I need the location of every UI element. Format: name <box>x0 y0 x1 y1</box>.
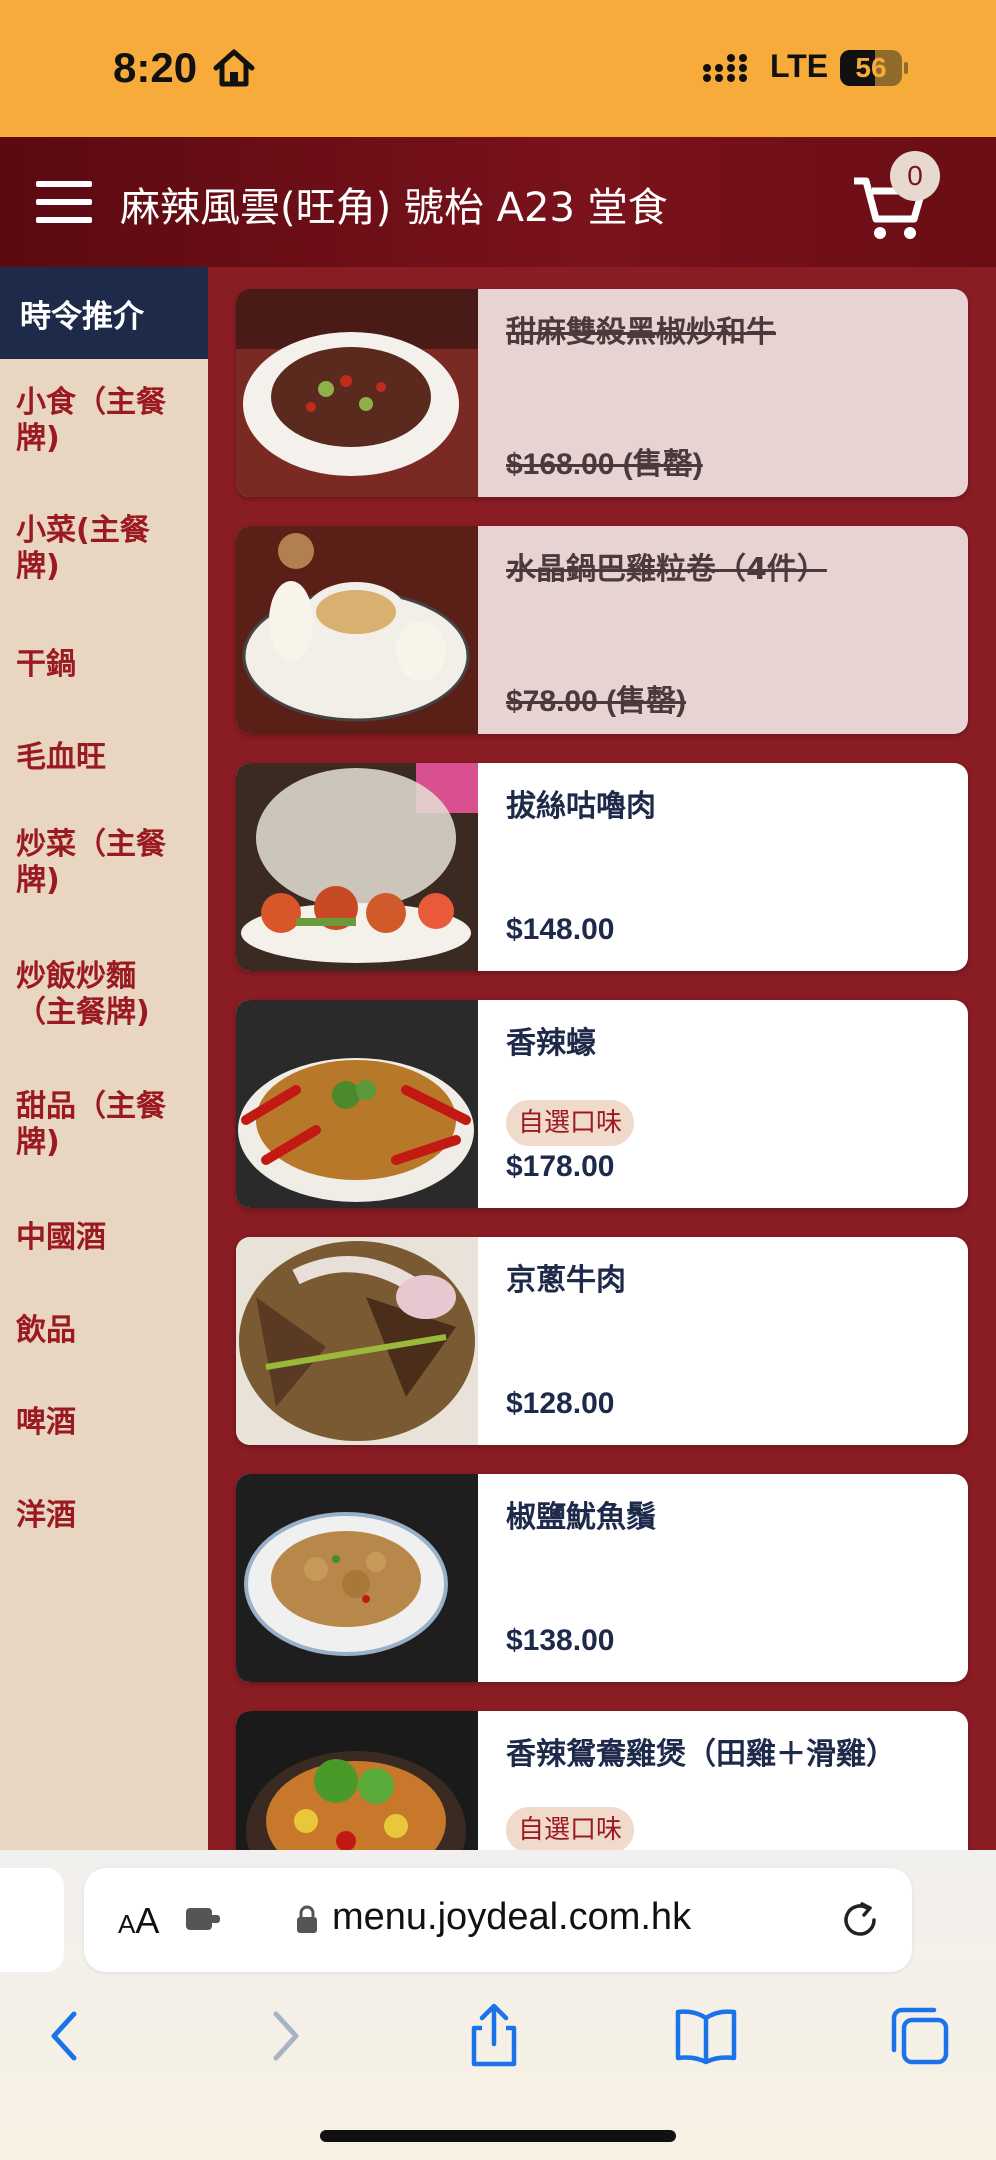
share-icon[interactable] <box>458 2000 530 2072</box>
extension-icon[interactable] <box>184 1904 224 1934</box>
dish-photo <box>236 1711 478 1850</box>
signal-icon <box>703 54 747 82</box>
menu-list: 甜麻雙殺黑椒炒和牛 $168.00 (售罄) 水晶鍋巴雞粒卷（4件） $78.0… <box>208 267 996 1850</box>
sidebar-item-snacks[interactable]: 小食（主餐牌) <box>16 385 192 457</box>
sidebar-item-fried-rice-noodles[interactable]: 炒飯炒麵（主餐牌) <box>16 959 192 1031</box>
browser-toolbar: AA menu.joydeal.com.hk <box>0 1850 996 2160</box>
sidebar-item-dishes[interactable]: 小菜(主餐牌) <box>16 513 192 585</box>
app-header: 麻辣風雲(旺角) 號枱 A23 堂食 0 <box>0 137 996 267</box>
dish-price: $128.00 <box>506 1387 615 1420</box>
menu-item-card[interactable]: 香辣鴛鴦雞煲（田雞＋滑雞） 自選口味 <box>236 1711 968 1850</box>
sidebar-item-stir-fry[interactable]: 炒菜（主餐牌) <box>16 827 192 899</box>
dish-name: 甜麻雙殺黑椒炒和牛 <box>506 315 776 350</box>
sidebar-item-dry-pot[interactable]: 干鍋 <box>16 647 192 683</box>
cart-button[interactable]: 0 <box>850 151 940 247</box>
sidebar-item-chinese-wine[interactable]: 中國酒 <box>16 1220 192 1256</box>
menu-item-card[interactable]: 水晶鍋巴雞粒卷（4件） $78.00 (售罄) <box>236 526 968 734</box>
category-sidebar: 時令推介 小食（主餐牌) 小菜(主餐牌) 干鍋 毛血旺 炒菜（主餐牌) 炒飯炒麵… <box>0 267 208 1850</box>
text-size-button[interactable]: AA <box>118 1900 159 1942</box>
page-title: 麻辣風雲(旺角) 號枱 A23 堂食 <box>120 185 668 231</box>
dish-photo <box>236 1000 478 1208</box>
dish-name: 椒鹽魷魚鬚 <box>506 1500 656 1535</box>
sidebar-item-maoxuewang[interactable]: 毛血旺 <box>16 740 192 776</box>
reload-icon[interactable] <box>838 1898 882 1942</box>
dish-name: 拔絲咕嚕肉 <box>506 789 656 824</box>
hamburger-icon[interactable] <box>36 181 92 223</box>
home-icon <box>213 49 255 87</box>
dish-name: 水晶鍋巴雞粒卷（4件） <box>506 552 827 587</box>
cart-count-badge: 0 <box>890 151 940 201</box>
sidebar-item-spirits[interactable]: 洋酒 <box>16 1498 192 1534</box>
sidebar-item-label: 時令推介 <box>20 299 144 335</box>
lock-icon <box>297 1905 317 1933</box>
status-bar: 8:20 LTE 56 <box>0 0 996 137</box>
dish-photo <box>236 1474 478 1682</box>
chevron-left-icon[interactable] <box>30 2000 102 2072</box>
menu-item-card[interactable]: 拔絲咕嚕肉 $148.00 <box>236 763 968 971</box>
menu-item-card[interactable]: 椒鹽魷魚鬚 $138.00 <box>236 1474 968 1682</box>
previous-tab[interactable] <box>0 1868 64 1972</box>
tabs-icon[interactable] <box>884 2000 956 2072</box>
book-icon[interactable] <box>670 2000 742 2072</box>
home-indicator <box>320 2130 676 2142</box>
dish-price: $168.00 (售罄) <box>506 448 703 481</box>
dish-price: $78.00 (售罄) <box>506 685 687 718</box>
menu-item-card[interactable]: 京蔥牛肉 $128.00 <box>236 1237 968 1445</box>
sidebar-item-drinks[interactable]: 飲品 <box>16 1313 192 1349</box>
battery-percentage: 56 <box>855 52 887 83</box>
dish-name: 香辣鴛鴦雞煲（田雞＋滑雞） <box>506 1737 896 1772</box>
dish-name: 京蔥牛肉 <box>506 1263 626 1298</box>
sidebar-item-beer[interactable]: 啤酒 <box>16 1405 192 1441</box>
dish-photo <box>236 1237 478 1445</box>
menu-item-card[interactable]: 香辣蠔 自選口味 $178.00 <box>236 1000 968 1208</box>
url-text: menu.joydeal.com.hk <box>332 1896 692 1938</box>
dish-price: $178.00 <box>506 1150 615 1183</box>
battery-indicator: 56 <box>840 50 908 86</box>
flavor-option-badge[interactable]: 自選口味 <box>506 1807 635 1850</box>
dish-photo <box>236 526 478 734</box>
sidebar-item-dessert[interactable]: 甜品（主餐牌) <box>16 1089 192 1161</box>
address-bar[interactable]: AA menu.joydeal.com.hk <box>84 1868 912 1972</box>
status-time: 8:20 <box>113 44 198 91</box>
dish-photo <box>236 763 478 971</box>
network-label: LTE <box>770 48 829 84</box>
dish-price: $148.00 <box>506 913 615 946</box>
chevron-right-icon[interactable] <box>248 2000 320 2072</box>
browser-nav <box>0 2000 996 2080</box>
dish-name: 香辣蠔 <box>506 1026 596 1061</box>
sidebar-item-active[interactable]: 時令推介 <box>0 267 208 359</box>
menu-item-card[interactable]: 甜麻雙殺黑椒炒和牛 $168.00 (售罄) <box>236 289 968 497</box>
dish-photo <box>236 289 478 497</box>
dish-price: $138.00 <box>506 1624 615 1657</box>
flavor-option-badge[interactable]: 自選口味 <box>506 1100 635 1146</box>
